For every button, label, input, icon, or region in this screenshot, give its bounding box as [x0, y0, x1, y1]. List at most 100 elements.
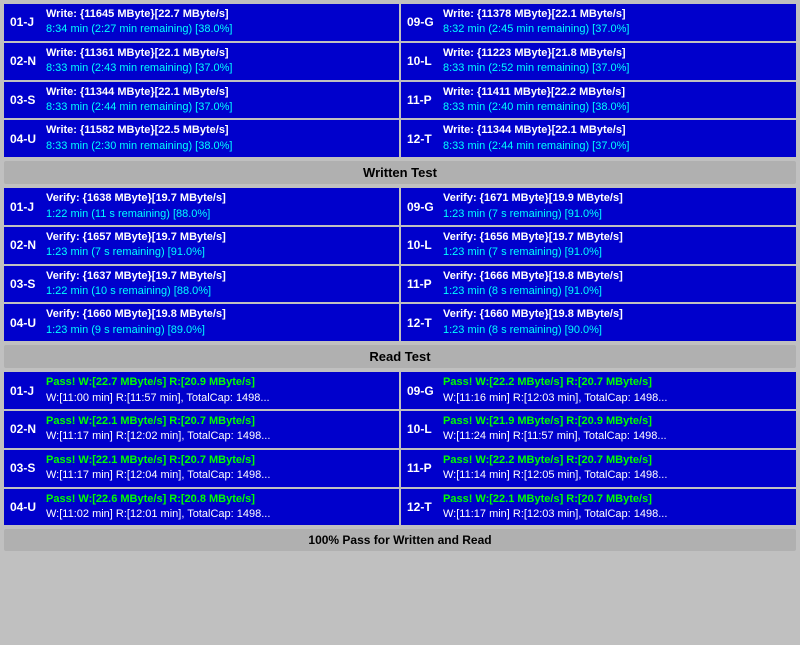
verify-11p-label: 11-P: [407, 277, 437, 291]
written-04u-content: Write: {11582 MByte}[22.5 MByte/s] 8:33 …: [46, 123, 393, 154]
pass-03s-line1: Pass! W:[22.1 MByte/s] R:[20.7 MByte/s]: [46, 453, 393, 468]
pass-01j-line2: W:[11:00 min] R:[11:57 min], TotalCap: 1…: [46, 391, 393, 406]
verify-row3-grid: 03-S Verify: {1637 MByte}[19.7 MByte/s] …: [4, 266, 796, 303]
pass-11p-line1: Pass! W:[22.2 MByte/s] R:[20.7 MByte/s]: [443, 453, 790, 468]
pass-03s-line2: W:[11:17 min] R:[12:04 min], TotalCap: 1…: [46, 468, 393, 483]
verify-02n-line2: 1:23 min (7 s remaining) [91.0%]: [46, 245, 393, 260]
pass-03s-content: Pass! W:[22.1 MByte/s] R:[20.7 MByte/s] …: [46, 453, 393, 484]
pass-09g-cell: 09-G Pass! W:[22.2 MByte/s] R:[20.7 MByt…: [401, 372, 796, 409]
pass-04u-cell: 04-U Pass! W:[22.6 MByte/s] R:[20.8 MByt…: [4, 489, 399, 526]
written-11p-line1: Write: {11411 MByte}[22.2 MByte/s]: [443, 85, 790, 100]
written-11p-line2: 8:33 min (2:40 min remaining) [38.0%]: [443, 100, 790, 115]
pass-01j-label: 01-J: [10, 384, 40, 398]
verify-03s-line2: 1:22 min (10 s remaining) [88.0%]: [46, 284, 393, 299]
verify-10l-label: 10-L: [407, 238, 437, 252]
verify-01j-line2: 1:22 min (11 s remaining) [88.0%]: [46, 207, 393, 222]
verify-03s-label: 03-S: [10, 277, 40, 291]
pass-02n-line2: W:[11:17 min] R:[12:02 min], TotalCap: 1…: [46, 429, 393, 444]
verify-11p-cell: 11-P Verify: {1666 MByte}[19.8 MByte/s] …: [401, 266, 796, 303]
written-01j-cell: 01-J Write: {11645 MByte}[22.7 MByte/s] …: [4, 4, 399, 41]
verify-10l-line1: Verify: {1656 MByte}[19.7 MByte/s]: [443, 230, 790, 245]
pass-10l-label: 10-L: [407, 422, 437, 436]
pass-04u-content: Pass! W:[22.6 MByte/s] R:[20.8 MByte/s] …: [46, 492, 393, 523]
verify-12t-label: 12-T: [407, 316, 437, 330]
pass-row1-grid: 01-J Pass! W:[22.7 MByte/s] R:[20.9 MByt…: [4, 372, 796, 409]
read-test-header: Read Test: [4, 345, 796, 368]
verify-03s-content: Verify: {1637 MByte}[19.7 MByte/s] 1:22 …: [46, 269, 393, 300]
written-12t-line2: 8:33 min (2:44 min remaining) [37.0%]: [443, 139, 790, 154]
pass-11p-cell: 11-P Pass! W:[22.2 MByte/s] R:[20.7 MByt…: [401, 450, 796, 487]
written-10l-content: Write: {11223 MByte}[21.8 MByte/s] 8:33 …: [443, 46, 790, 77]
written-test-header: Written Test: [4, 161, 796, 184]
pass-02n-content: Pass! W:[22.1 MByte/s] R:[20.7 MByte/s] …: [46, 414, 393, 445]
written-01j-line1: Write: {11645 MByte}[22.7 MByte/s]: [46, 7, 393, 22]
pass-11p-line2: W:[11:14 min] R:[12:05 min], TotalCap: 1…: [443, 468, 790, 483]
verify-12t-line2: 1:23 min (8 s remaining) [90.0%]: [443, 323, 790, 338]
verify-04u-line1: Verify: {1660 MByte}[19.8 MByte/s]: [46, 307, 393, 322]
written-test-grid: 01-J Write: {11645 MByte}[22.7 MByte/s] …: [4, 4, 796, 41]
pass-10l-line2: W:[11:24 min] R:[11:57 min], TotalCap: 1…: [443, 429, 790, 444]
pass-12t-line2: W:[11:17 min] R:[12:03 min], TotalCap: 1…: [443, 507, 790, 522]
written-02n-cell: 02-N Write: {11361 MByte}[22.1 MByte/s] …: [4, 43, 399, 80]
written-03s-line2: 8:33 min (2:44 min remaining) [37.0%]: [46, 100, 393, 115]
written-11p-label: 11-P: [407, 93, 437, 107]
written-02n-label: 02-N: [10, 54, 40, 68]
written-01j-label: 01-J: [10, 15, 40, 29]
verify-row1-grid: 01-J Verify: {1638 MByte}[19.7 MByte/s] …: [4, 188, 796, 225]
verify-04u-label: 04-U: [10, 316, 40, 330]
pass-02n-label: 02-N: [10, 422, 40, 436]
verify-04u-line2: 1:23 min (9 s remaining) [89.0%]: [46, 323, 393, 338]
verify-12t-content: Verify: {1660 MByte}[19.8 MByte/s] 1:23 …: [443, 307, 790, 338]
verify-12t-line1: Verify: {1660 MByte}[19.8 MByte/s]: [443, 307, 790, 322]
written-11p-content: Write: {11411 MByte}[22.2 MByte/s] 8:33 …: [443, 85, 790, 116]
written-03s-content: Write: {11344 MByte}[22.1 MByte/s] 8:33 …: [46, 85, 393, 116]
main-container: 01-J Write: {11645 MByte}[22.7 MByte/s] …: [0, 0, 800, 555]
written-09g-content: Write: {11378 MByte}[22.1 MByte/s] 8:32 …: [443, 7, 790, 38]
pass-11p-content: Pass! W:[22.2 MByte/s] R:[20.7 MByte/s] …: [443, 453, 790, 484]
written-04u-line2: 8:33 min (2:30 min remaining) [38.0%]: [46, 139, 393, 154]
written-02n-content: Write: {11361 MByte}[22.1 MByte/s] 8:33 …: [46, 46, 393, 77]
pass-12t-label: 12-T: [407, 500, 437, 514]
pass-01j-content: Pass! W:[22.7 MByte/s] R:[20.9 MByte/s] …: [46, 375, 393, 406]
written-right-col: 09-G Write: {11378 MByte}[22.1 MByte/s] …: [401, 4, 796, 41]
written-09g-label: 09-G: [407, 15, 437, 29]
pass-11p-label: 11-P: [407, 461, 437, 475]
written-01j-line2: 8:34 min (2:27 min remaining) [38.0%]: [46, 22, 393, 37]
pass-03s-cell: 03-S Pass! W:[22.1 MByte/s] R:[20.7 MByt…: [4, 450, 399, 487]
pass-12t-cell: 12-T Pass! W:[22.1 MByte/s] R:[20.7 MByt…: [401, 489, 796, 526]
verify-02n-line1: Verify: {1657 MByte}[19.7 MByte/s]: [46, 230, 393, 245]
written-01j-content: Write: {11645 MByte}[22.7 MByte/s] 8:34 …: [46, 7, 393, 38]
bottom-status-bar: 100% Pass for Written and Read: [4, 529, 796, 551]
pass-09g-label: 09-G: [407, 384, 437, 398]
verify-09g-line2: 1:23 min (7 s remaining) [91.0%]: [443, 207, 790, 222]
written-row3-grid: 03-S Write: {11344 MByte}[22.1 MByte/s] …: [4, 82, 796, 119]
verify-04u-content: Verify: {1660 MByte}[19.8 MByte/s] 1:23 …: [46, 307, 393, 338]
pass-row2-grid: 02-N Pass! W:[22.1 MByte/s] R:[20.7 MByt…: [4, 411, 796, 448]
verify-02n-cell: 02-N Verify: {1657 MByte}[19.7 MByte/s] …: [4, 227, 399, 264]
verify-09g-content: Verify: {1671 MByte}[19.9 MByte/s] 1:23 …: [443, 191, 790, 222]
pass-10l-line1: Pass! W:[21.9 MByte/s] R:[20.9 MByte/s]: [443, 414, 790, 429]
verify-09g-label: 09-G: [407, 200, 437, 214]
verify-10l-content: Verify: {1656 MByte}[19.7 MByte/s] 1:23 …: [443, 230, 790, 261]
pass-10l-content: Pass! W:[21.9 MByte/s] R:[20.9 MByte/s] …: [443, 414, 790, 445]
written-10l-label: 10-L: [407, 54, 437, 68]
verify-11p-content: Verify: {1666 MByte}[19.8 MByte/s] 1:23 …: [443, 269, 790, 300]
written-04u-cell: 04-U Write: {11582 MByte}[22.5 MByte/s] …: [4, 120, 399, 157]
verify-row2-grid: 02-N Verify: {1657 MByte}[19.7 MByte/s] …: [4, 227, 796, 264]
verify-01j-cell: 01-J Verify: {1638 MByte}[19.7 MByte/s] …: [4, 188, 399, 225]
verify-03s-line1: Verify: {1637 MByte}[19.7 MByte/s]: [46, 269, 393, 284]
pass-04u-line1: Pass! W:[22.6 MByte/s] R:[20.8 MByte/s]: [46, 492, 393, 507]
verify-11p-line2: 1:23 min (8 s remaining) [91.0%]: [443, 284, 790, 299]
pass-10l-cell: 10-L Pass! W:[21.9 MByte/s] R:[20.9 MByt…: [401, 411, 796, 448]
written-02n-line1: Write: {11361 MByte}[22.1 MByte/s]: [46, 46, 393, 61]
written-12t-label: 12-T: [407, 132, 437, 146]
verify-10l-line2: 1:23 min (7 s remaining) [91.0%]: [443, 245, 790, 260]
verify-11p-line1: Verify: {1666 MByte}[19.8 MByte/s]: [443, 269, 790, 284]
written-02n-line2: 8:33 min (2:43 min remaining) [37.0%]: [46, 61, 393, 76]
pass-01j-cell: 01-J Pass! W:[22.7 MByte/s] R:[20.9 MByt…: [4, 372, 399, 409]
written-11p-cell: 11-P Write: {11411 MByte}[22.2 MByte/s] …: [401, 82, 796, 119]
verify-09g-cell: 09-G Verify: {1671 MByte}[19.9 MByte/s] …: [401, 188, 796, 225]
verify-12t-cell: 12-T Verify: {1660 MByte}[19.8 MByte/s] …: [401, 304, 796, 341]
verify-01j-label: 01-J: [10, 200, 40, 214]
pass-09g-line2: W:[11:16 min] R:[12:03 min], TotalCap: 1…: [443, 391, 790, 406]
